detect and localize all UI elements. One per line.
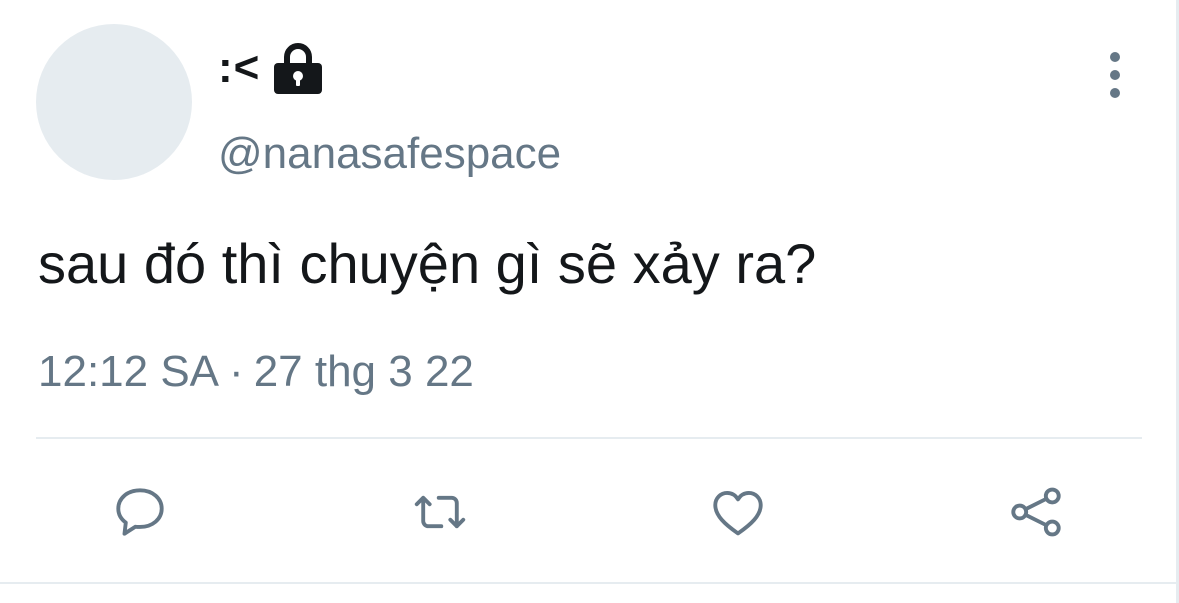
share-icon <box>1011 487 1061 537</box>
divider <box>36 437 1142 439</box>
tweet-detail: :< @nanasafespace sau đó thì chuyện gì s… <box>0 0 1179 603</box>
display-name[interactable]: :< <box>218 40 260 96</box>
action-bar <box>0 470 1179 554</box>
avatar[interactable] <box>36 24 192 180</box>
reply-icon <box>116 488 164 536</box>
retweet-button[interactable] <box>398 470 482 554</box>
retweet-icon <box>414 495 466 529</box>
more-vertical-icon <box>1110 52 1120 62</box>
tweet-timestamp[interactable]: 12:12 SA · 27 thg 3 22 <box>38 343 474 401</box>
reply-button[interactable] <box>98 470 182 554</box>
like-button[interactable] <box>696 470 780 554</box>
tweet-text: sau đó thì chuyện gì sẽ xảy ra? <box>38 232 817 295</box>
tweet-time: 12:12 SA <box>38 347 220 396</box>
share-button[interactable] <box>994 470 1078 554</box>
meta-separator: · <box>229 347 244 396</box>
more-options-button[interactable] <box>1098 52 1132 98</box>
lock-icon <box>272 41 324 95</box>
heart-icon <box>713 490 763 536</box>
tweet-date: 27 thg 3 22 <box>253 347 474 396</box>
divider-bottom <box>0 582 1179 584</box>
display-name-row: :< <box>218 40 324 96</box>
user-handle[interactable]: @nanasafespace <box>218 124 561 184</box>
